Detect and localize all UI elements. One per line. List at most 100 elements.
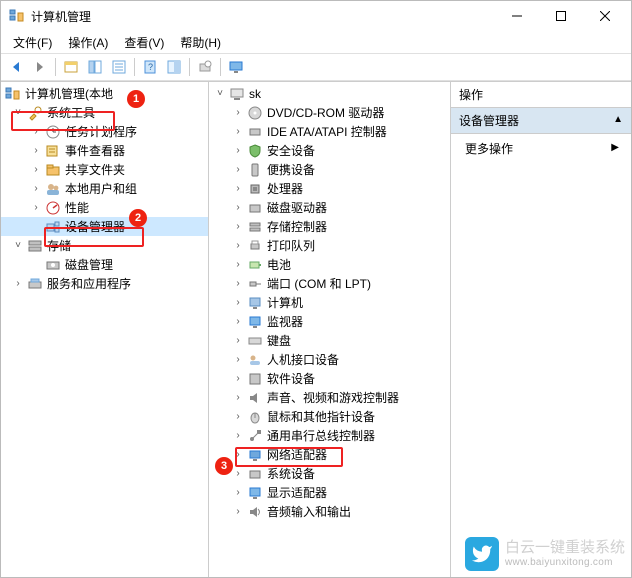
expand-toggle[interactable]: › [29, 163, 43, 177]
usb-label: 通用串行总线控制器 [265, 427, 377, 444]
expand-toggle[interactable]: › [231, 239, 245, 253]
scan-hardware-button[interactable] [194, 56, 216, 78]
forward-button[interactable] [29, 56, 51, 78]
device-diskdrive[interactable]: › 磁盘驱动器 [209, 198, 450, 217]
console-tree[interactable]: 计算机管理(本地 ˅ 系统工具 › 任务计划程序 › 事件查看器 › 共享文件夹 [1, 84, 208, 293]
menu-view[interactable]: 查看(V) [116, 32, 172, 53]
expand-toggle[interactable]: › [231, 334, 245, 348]
device-audioio[interactable]: ›音频输入和输出 [209, 502, 450, 521]
expand-toggle[interactable]: › [231, 163, 245, 177]
mouse-icon [247, 409, 263, 425]
expand-toggle[interactable]: › [231, 448, 245, 462]
expand-toggle[interactable]: › [231, 201, 245, 215]
print-label: 打印队列 [265, 237, 317, 254]
expand-toggle[interactable]: › [231, 353, 245, 367]
tree-system-tools[interactable]: ˅ 系统工具 [1, 103, 208, 122]
refresh-button[interactable] [108, 56, 130, 78]
device-sound[interactable]: ›声音、视频和游戏控制器 [209, 388, 450, 407]
mouse-label: 鼠标和其他指针设备 [265, 408, 377, 425]
expand-toggle[interactable]: › [231, 220, 245, 234]
device-software[interactable]: ›软件设备 [209, 369, 450, 388]
minimize-button[interactable] [495, 1, 539, 31]
expand-toggle[interactable]: › [231, 258, 245, 272]
device-network[interactable]: ›网络适配器 [209, 445, 450, 464]
expand-toggle[interactable]: › [231, 467, 245, 481]
device-monitor[interactable]: ›监视器 [209, 312, 450, 331]
device-portable[interactable]: ›便携设备 [209, 160, 450, 179]
close-button[interactable] [583, 1, 627, 31]
device-computer[interactable]: › 计算机 [209, 293, 450, 312]
expand-toggle[interactable]: › [231, 486, 245, 500]
tree-device-manager[interactable]: 设备管理器 [1, 217, 208, 236]
properties-button[interactable] [84, 56, 106, 78]
device-keyboard[interactable]: ›键盘 [209, 331, 450, 350]
expand-toggle[interactable]: › [231, 410, 245, 424]
device-security[interactable]: ›安全设备 [209, 141, 450, 160]
shield-icon [247, 143, 263, 159]
expand-toggle[interactable]: › [231, 125, 245, 139]
expand-toggle[interactable]: › [29, 144, 43, 158]
computer-label: 计算机 [265, 294, 305, 311]
device-usb[interactable]: › 通用串行总线控制器 [209, 426, 450, 445]
watermark-domain: www.baiyunxitong.com [505, 558, 625, 568]
actions-section[interactable]: 设备管理器 ▲ [451, 108, 631, 134]
expand-toggle[interactable]: › [231, 182, 245, 196]
device-print[interactable]: › 打印队列 [209, 236, 450, 255]
tree-storage[interactable]: ˅ 存储 [1, 236, 208, 255]
expand-toggle[interactable]: ˅ [11, 106, 25, 120]
tree-services-apps[interactable]: › 服务和应用程序 [1, 274, 208, 293]
display-button[interactable] [225, 56, 247, 78]
tree-performance[interactable]: › 性能 [1, 198, 208, 217]
menu-file[interactable]: 文件(F) [5, 32, 60, 53]
expand-toggle[interactable]: › [29, 182, 43, 196]
menu-help[interactable]: 帮助(H) [172, 32, 229, 53]
expand-toggle[interactable]: ˅ [213, 87, 227, 101]
device-dvd[interactable]: ›DVD/CD-ROM 驱动器 [209, 103, 450, 122]
device-root[interactable]: ˅ sk [209, 84, 450, 103]
expand-toggle[interactable]: › [11, 277, 25, 291]
cpu-icon [247, 181, 263, 197]
tree-root[interactable]: 计算机管理(本地 [1, 84, 208, 103]
expand-toggle[interactable]: › [231, 505, 245, 519]
actions-more[interactable]: 更多操作 ▶ [451, 134, 631, 163]
tree-event-viewer[interactable]: › 事件查看器 [1, 141, 208, 160]
actions-header: 操作 [451, 82, 631, 108]
audio-io-icon [247, 504, 263, 520]
expand-toggle[interactable]: › [231, 144, 245, 158]
device-mouse[interactable]: › 鼠标和其他指针设备 [209, 407, 450, 426]
help-button[interactable]: ? [139, 56, 161, 78]
diskdrive-label: 磁盘驱动器 [265, 199, 329, 216]
expand-toggle[interactable]: › [231, 429, 245, 443]
users-icon [45, 181, 61, 197]
tree-task-scheduler[interactable]: › 任务计划程序 [1, 122, 208, 141]
device-battery[interactable]: ›电池 [209, 255, 450, 274]
device-cpu[interactable]: ›处理器 [209, 179, 450, 198]
highlight-button[interactable] [163, 56, 185, 78]
device-storage-ctrl[interactable]: ›存储控制器 [209, 217, 450, 236]
expand-toggle[interactable]: › [29, 201, 43, 215]
expand-toggle[interactable]: › [231, 277, 245, 291]
device-tree[interactable]: ˅ sk ›DVD/CD-ROM 驱动器 ›IDE ATA/ATAPI 控制器 … [209, 84, 450, 521]
device-display[interactable]: ›显示适配器 [209, 483, 450, 502]
expand-toggle[interactable]: › [29, 125, 43, 139]
expand-toggle[interactable]: ˅ [11, 239, 25, 253]
device-ports[interactable]: ›端口 (COM 和 LPT) [209, 274, 450, 293]
hid-icon [247, 352, 263, 368]
tree-shared-folders[interactable]: › 共享文件夹 [1, 160, 208, 179]
show-hide-tree-button[interactable] [60, 56, 82, 78]
shared-folder-icon [45, 162, 61, 178]
device-system[interactable]: ›系统设备 [209, 464, 450, 483]
expand-toggle[interactable]: › [231, 372, 245, 386]
expand-toggle[interactable]: › [231, 296, 245, 310]
back-button[interactable] [5, 56, 27, 78]
tree-disk-mgmt[interactable]: 磁盘管理 [1, 255, 208, 274]
expand-toggle[interactable]: › [231, 315, 245, 329]
device-ide[interactable]: ›IDE ATA/ATAPI 控制器 [209, 122, 450, 141]
device-hid[interactable]: ›人机接口设备 [209, 350, 450, 369]
expand-toggle[interactable]: › [231, 391, 245, 405]
menu-action[interactable]: 操作(A) [60, 32, 116, 53]
expand-toggle[interactable]: › [231, 106, 245, 120]
maximize-button[interactable] [539, 1, 583, 31]
tree-local-users[interactable]: › 本地用户和组 [1, 179, 208, 198]
pc-icon [247, 295, 263, 311]
